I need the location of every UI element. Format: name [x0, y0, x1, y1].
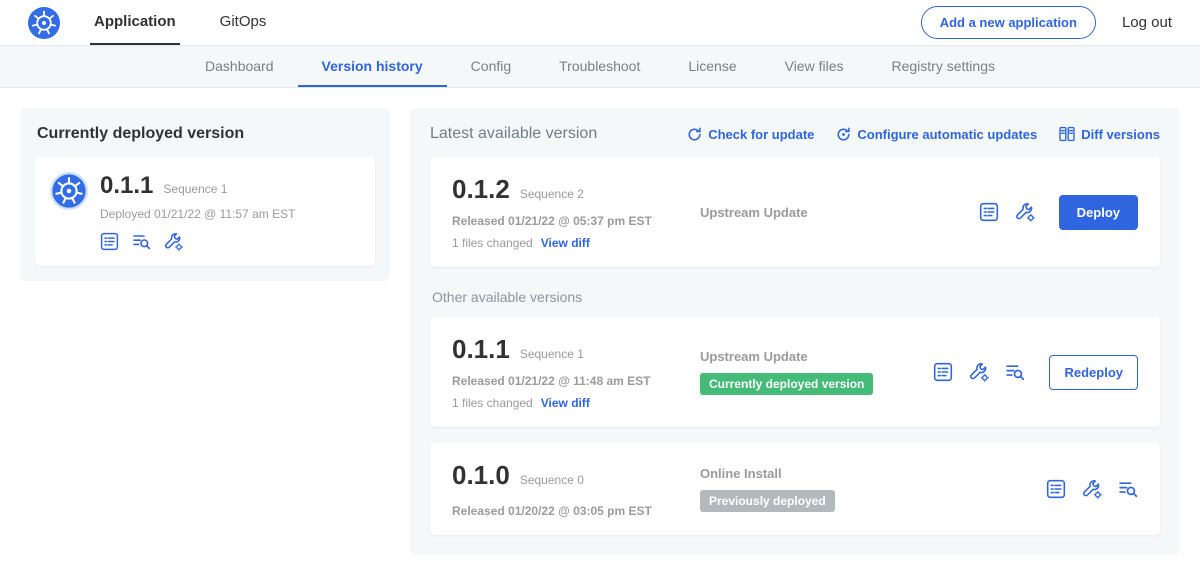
- release-notes-icon[interactable]: [933, 362, 953, 382]
- view-diff-link[interactable]: View diff: [541, 236, 590, 250]
- subnav-version-history[interactable]: Version history: [298, 46, 447, 87]
- subnav-config[interactable]: Config: [447, 46, 535, 87]
- version-sequence: Sequence 1: [520, 347, 584, 361]
- release-notes-icon[interactable]: [100, 232, 119, 251]
- subnav: Dashboard Version history Config Trouble…: [0, 46, 1200, 88]
- deployed-timestamp: Deployed 01/21/22 @ 11:57 am EST: [100, 207, 295, 221]
- version-source: Upstream Update: [700, 349, 933, 364]
- release-notes-icon[interactable]: [979, 202, 999, 222]
- add-application-button[interactable]: Add a new application: [921, 6, 1096, 39]
- diff-icon: [1059, 126, 1075, 142]
- top-header: Application GitOps Add a new application…: [0, 0, 1200, 46]
- version-card-0-1-1: 0.1.1 Sequence 1 Released 01/21/22 @ 11:…: [430, 317, 1160, 427]
- versions-panel: Latest available version Check for updat…: [410, 108, 1180, 555]
- diff-versions-label: Diff versions: [1081, 127, 1160, 142]
- edit-config-icon[interactable]: [1015, 202, 1035, 222]
- tab-gitops[interactable]: GitOps: [216, 0, 271, 45]
- previously-deployed-badge: Previously deployed: [700, 490, 835, 512]
- latest-version-title: Latest available version: [430, 125, 597, 143]
- deployed-version-number: 0.1.1: [100, 172, 153, 200]
- currently-deployed-badge: Currently deployed version: [700, 373, 873, 395]
- preflight-checks-icon[interactable]: [132, 232, 151, 251]
- released-timestamp: Released 01/21/22 @ 11:48 am EST: [452, 374, 700, 388]
- tab-application[interactable]: Application: [90, 0, 180, 45]
- main-content: Currently deployed version 0.1.1: [0, 88, 1200, 564]
- deploy-button[interactable]: Deploy: [1059, 195, 1138, 230]
- files-changed: 1 files changed: [452, 236, 533, 250]
- check-for-update-button[interactable]: Check for update: [687, 127, 814, 142]
- view-diff-link[interactable]: View diff: [541, 396, 590, 410]
- configure-automatic-updates-label: Configure automatic updates: [857, 127, 1037, 142]
- version-number: 0.1.1: [452, 334, 510, 365]
- released-timestamp: Released 01/21/22 @ 05:37 pm EST: [452, 214, 700, 228]
- subnav-view-files[interactable]: View files: [761, 46, 868, 87]
- app-logo: [28, 0, 60, 45]
- configure-automatic-updates-button[interactable]: Configure automatic updates: [836, 127, 1037, 142]
- header-spacer: [306, 0, 920, 45]
- preflight-checks-icon[interactable]: [1118, 479, 1138, 499]
- auto-update-icon: [836, 127, 851, 142]
- currently-deployed-panel: Currently deployed version 0.1.1: [20, 108, 390, 281]
- subnav-dashboard[interactable]: Dashboard: [181, 46, 298, 87]
- subnav-license[interactable]: License: [664, 46, 760, 87]
- version-sequence: Sequence 2: [520, 187, 584, 201]
- logout-link[interactable]: Log out: [1122, 0, 1172, 45]
- files-changed: 1 files changed: [452, 396, 533, 410]
- subnav-registry-settings[interactable]: Registry settings: [868, 46, 1019, 87]
- redeploy-button[interactable]: Redeploy: [1049, 355, 1138, 390]
- released-timestamp: Released 01/20/22 @ 03:05 pm EST: [452, 504, 700, 518]
- preflight-checks-icon[interactable]: [1005, 362, 1025, 382]
- version-source: Upstream Update: [700, 205, 979, 220]
- deployed-version-card: 0.1.1 Sequence 1 Deployed 01/21/22 @ 11:…: [35, 157, 375, 266]
- edit-config-icon[interactable]: [1082, 479, 1102, 499]
- diff-versions-button[interactable]: Diff versions: [1059, 126, 1160, 142]
- currently-deployed-title: Currently deployed version: [37, 125, 373, 143]
- kubernetes-version-icon: [50, 172, 88, 210]
- check-for-update-label: Check for update: [708, 127, 814, 142]
- subnav-troubleshoot[interactable]: Troubleshoot: [535, 46, 664, 87]
- version-number: 0.1.0: [452, 460, 510, 491]
- edit-config-icon[interactable]: [164, 232, 183, 251]
- version-source: Online Install: [700, 466, 1046, 481]
- release-notes-icon[interactable]: [1046, 479, 1066, 499]
- deployed-sequence: Sequence 1: [163, 182, 227, 196]
- version-card-0-1-2: 0.1.2 Sequence 2 Released 01/21/22 @ 05:…: [430, 157, 1160, 267]
- edit-config-icon[interactable]: [969, 362, 989, 382]
- kubernetes-logo-icon: [28, 7, 60, 39]
- version-card-0-1-0: 0.1.0 Sequence 0 Released 01/20/22 @ 03:…: [430, 443, 1160, 535]
- refresh-icon: [687, 127, 702, 142]
- other-versions-title: Other available versions: [432, 289, 1158, 305]
- version-number: 0.1.2: [452, 174, 510, 205]
- version-sequence: Sequence 0: [520, 473, 584, 487]
